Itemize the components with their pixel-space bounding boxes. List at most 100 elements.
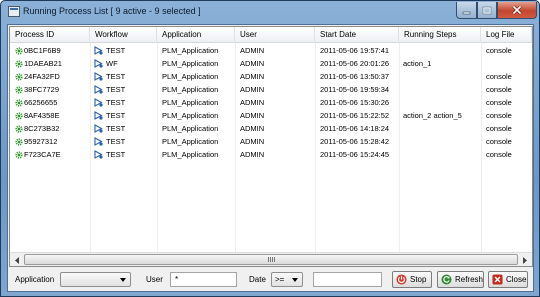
application-cell: PLM_Application	[162, 46, 219, 55]
filter-toolbar: Application User * Date >= Stop Refresh …	[9, 270, 533, 291]
process-id-cell: 0BC1F6B9	[24, 46, 61, 55]
table-row[interactable]: 8C273B32 TEST PLM_Application ADMIN 2011-05-…	[10, 122, 532, 135]
user-filter-label: User	[146, 275, 163, 284]
running-steps-cell	[403, 122, 480, 135]
log-file-cell: console	[486, 72, 512, 81]
table-row[interactable]: 38FC7729 TEST PLM_Application ADMIN 2011-05-…	[10, 83, 532, 96]
window-title: Running Process List [ 9 active - 9 sele…	[23, 6, 201, 16]
column-header-running-steps[interactable]: Running Steps	[399, 27, 481, 43]
workflow-cell: TEST	[106, 111, 126, 120]
running-steps-cell	[403, 148, 480, 161]
process-list-window: Running Process List [ 9 active - 9 sele…	[0, 0, 540, 297]
scrollbar-thumb[interactable]	[24, 254, 518, 265]
running-steps-cell	[403, 96, 480, 109]
log-file-cell: console	[486, 85, 512, 94]
log-file-cell: console	[486, 137, 512, 146]
gear-icon	[15, 125, 23, 133]
chevron-down-icon	[120, 278, 126, 282]
refresh-icon	[441, 274, 452, 285]
workflow-cell: TEST	[106, 98, 126, 107]
start-date-cell: 2011-05-06 15:22:52	[320, 111, 390, 120]
application-cell: PLM_Application	[162, 124, 219, 133]
workflow-icon	[94, 124, 103, 133]
gear-icon	[15, 112, 23, 120]
start-date-cell: 2011-05-06 15:30:26	[320, 98, 390, 107]
running-steps-cell: action_1	[403, 59, 432, 68]
application-cell: PLM_Application	[162, 111, 219, 120]
process-id-cell: 66256655	[24, 98, 58, 107]
process-id-cell: 1DAEAB21	[24, 59, 62, 68]
process-id-cell: F723CA7E	[24, 150, 61, 159]
table-row[interactable]: 95927312 TEST PLM_Application ADMIN 2011-05-…	[10, 135, 532, 148]
application-select[interactable]	[60, 272, 131, 287]
table-row[interactable]: F723CA7E TEST PLM_Application ADMIN 2011-05-…	[10, 148, 532, 161]
start-date-cell: 2011-05-06 20:01:26	[320, 59, 390, 68]
refresh-button-label: Refresh	[454, 275, 483, 284]
workflow-cell: TEST	[106, 150, 126, 159]
window-close-button[interactable]	[497, 2, 537, 19]
workflow-cell: TEST	[106, 124, 126, 133]
log-file-cell: console	[486, 98, 512, 107]
user-filter-input[interactable]: *	[170, 272, 237, 287]
date-filter-input[interactable]	[313, 272, 382, 287]
table-row[interactable]: 8AF4358E TEST PLM_Application ADMIN 2011-05-…	[10, 109, 532, 122]
table-row[interactable]: 0BC1F6B9 TEST PLM_Application ADMIN 2011-05-…	[10, 44, 532, 57]
log-file-cell: console	[486, 124, 512, 133]
process-id-cell: 95927312	[24, 137, 58, 146]
gear-icon	[15, 60, 23, 68]
application-cell: PLM_Application	[162, 72, 219, 81]
gear-icon	[15, 138, 23, 146]
horizontal-scrollbar[interactable]	[10, 252, 532, 266]
scrollbar-grip	[268, 257, 276, 262]
column-header-workflow[interactable]: Workflow	[90, 27, 157, 43]
stop-icon	[396, 274, 407, 285]
workflow-icon	[94, 111, 103, 120]
workflow-cell: TEST	[106, 137, 126, 146]
close-button[interactable]: Close	[488, 271, 528, 288]
process-id-cell: 38FC7729	[24, 85, 60, 94]
workflow-cell: TEST	[106, 72, 126, 81]
log-file-cell	[486, 57, 531, 70]
start-date-cell: 2011-05-06 19:59:34	[320, 85, 390, 94]
window-app-icon	[8, 6, 20, 17]
running-steps-cell	[403, 70, 480, 83]
gear-icon	[15, 47, 23, 55]
log-file-cell: console	[486, 150, 512, 159]
chevron-down-icon	[292, 278, 298, 282]
arrow-right-icon	[523, 256, 527, 264]
start-date-cell: 2011-05-06 13:50:37	[320, 72, 390, 81]
table-row[interactable]: 66256655 TEST PLM_Application ADMIN 2011-05-…	[10, 96, 532, 109]
user-cell: ADMIN	[240, 111, 265, 120]
process-table: Process ID Workflow Application User Sta…	[9, 26, 533, 267]
application-cell: PLM_Application	[162, 85, 219, 94]
column-header-user[interactable]: User	[235, 27, 315, 43]
application-filter-label: Application	[15, 275, 55, 284]
arrow-left-icon	[15, 256, 19, 264]
title-bar[interactable]: Running Process List [ 9 active - 9 sele…	[1, 1, 539, 23]
gear-icon	[15, 99, 23, 107]
user-cell: ADMIN	[240, 124, 265, 133]
table-row[interactable]: 1DAEAB21 WF PLM_Application ADMIN 2011-05-06…	[10, 57, 532, 70]
stop-button[interactable]: Stop	[392, 271, 432, 288]
minimize-button[interactable]	[456, 2, 477, 19]
start-date-cell: 2011-05-06 19:57:41	[320, 46, 390, 55]
gear-icon	[15, 73, 23, 81]
table-row[interactable]: 24FA32FD TEST PLM_Application ADMIN 2011-05-…	[10, 70, 532, 83]
log-file-cell: console	[486, 46, 512, 55]
workflow-icon	[94, 59, 103, 68]
workflow-cell: TEST	[106, 46, 126, 55]
date-operator-select[interactable]: >=	[271, 272, 303, 287]
maximize-button[interactable]	[477, 2, 497, 19]
scroll-left-button[interactable]	[10, 253, 24, 266]
column-header-start-date[interactable]: Start Date	[315, 27, 399, 43]
scroll-right-button[interactable]	[518, 253, 532, 266]
column-header-application[interactable]: Application	[157, 27, 235, 43]
column-header-process-id[interactable]: Process ID	[10, 27, 90, 43]
date-filter-label: Date	[249, 275, 266, 284]
application-cell: PLM_Application	[162, 150, 219, 159]
refresh-button[interactable]: Refresh	[437, 271, 484, 288]
process-id-cell: 24FA32FD	[24, 72, 60, 81]
start-date-cell: 2011-05-06 15:24:45	[320, 150, 390, 159]
user-cell: ADMIN	[240, 137, 265, 146]
column-header-log-file[interactable]: Log File	[481, 27, 532, 43]
